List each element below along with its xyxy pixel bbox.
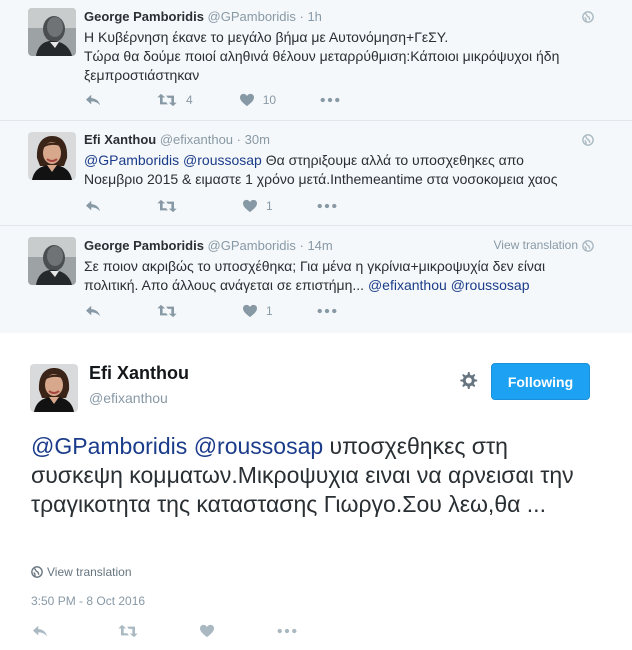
globe-icon xyxy=(582,10,594,28)
retweet-count: 4 xyxy=(186,93,193,107)
mention-link[interactable]: @GPamboridis xyxy=(84,152,179,168)
retweet-button[interactable] xyxy=(156,199,186,213)
mention-link[interactable]: @roussosap xyxy=(194,433,323,459)
like-count: 1 xyxy=(266,304,273,318)
globe-icon xyxy=(31,566,43,578)
like-button[interactable]: 1 xyxy=(242,199,273,213)
tweet-text: @GPamboridis @roussosap υποσχεθηκες στη … xyxy=(31,433,574,517)
permalink-tweet: Efi Xanthou @efixanthou Following @GPamb… xyxy=(0,333,632,650)
author-name[interactable]: Efi Xanthou xyxy=(89,363,189,384)
reply-icon xyxy=(84,199,102,213)
thread-tweet[interactable]: George Pamboridis @GPamboridis · 1h Η Κυ… xyxy=(0,0,632,121)
more-button[interactable] xyxy=(317,203,337,209)
tweet-actions: 1 xyxy=(84,301,373,321)
more-button[interactable] xyxy=(277,628,297,634)
reply-icon xyxy=(84,93,102,107)
tweet-header: George Pamboridis @GPamboridis · 1h xyxy=(84,8,620,26)
thread-tweet[interactable]: Efi Xanthou @efixanthou · 30m @GPamborid… xyxy=(0,122,632,226)
tweet-actions: 1 xyxy=(84,196,373,216)
retweet-icon xyxy=(156,199,178,213)
like-button[interactable] xyxy=(199,624,215,638)
tweet-text: Η Κυβέρνηση έκανε το μεγάλο βήμα με Αυτο… xyxy=(84,29,560,83)
following-button[interactable]: Following xyxy=(491,363,590,400)
tweet-actions: 4 10 xyxy=(84,90,376,110)
tweet-header: Efi Xanthou @efixanthou · 30m xyxy=(84,131,620,149)
author-handle[interactable]: @GPamboridis xyxy=(208,9,296,24)
avatar[interactable] xyxy=(28,132,76,180)
mention-link[interactable]: @roussosap xyxy=(451,277,530,293)
conversation-thread: George Pamboridis @GPamboridis · 1h Η Κυ… xyxy=(0,0,632,333)
author-name[interactable]: George Pamboridis xyxy=(84,9,204,24)
author-handle[interactable]: @efixanthou xyxy=(160,132,233,147)
like-icon xyxy=(199,624,215,638)
mention-link[interactable]: @efixanthou xyxy=(368,277,447,293)
reply-button[interactable] xyxy=(84,199,102,213)
reply-icon xyxy=(31,624,49,638)
retweet-icon xyxy=(117,624,139,638)
mention-link[interactable]: @GPamboridis xyxy=(31,433,187,459)
retweet-button[interactable] xyxy=(117,624,139,638)
author-name[interactable]: George Pamboridis xyxy=(84,238,204,253)
view-translation-link[interactable]: View translation xyxy=(494,238,579,252)
tweet-time[interactable]: · 30m xyxy=(237,132,270,147)
retweet-icon xyxy=(156,304,178,318)
more-icon xyxy=(317,203,337,209)
tweet-text: @GPamboridis @roussosap Θα στηριξουμε αλ… xyxy=(84,152,558,187)
author-name[interactable]: Efi Xanthou xyxy=(84,132,156,147)
avatar[interactable] xyxy=(28,237,76,285)
retweet-button[interactable]: 4 xyxy=(156,93,193,107)
globe-icon xyxy=(582,133,594,151)
tweet-actions xyxy=(31,624,349,638)
more-button[interactable] xyxy=(317,308,337,314)
thread-tweet[interactable]: George Pamboridis @GPamboridis · 14m Vie… xyxy=(0,227,632,333)
reply-button[interactable] xyxy=(84,304,102,318)
avatar[interactable] xyxy=(28,8,76,56)
author-handle[interactable]: @GPamboridis xyxy=(208,238,296,253)
tweet-time[interactable]: · 1h xyxy=(300,9,322,24)
more-icon xyxy=(320,97,340,103)
avatar[interactable] xyxy=(30,364,78,412)
more-icon xyxy=(277,628,297,634)
like-icon xyxy=(242,199,258,213)
like-button[interactable]: 10 xyxy=(239,93,276,107)
mention-link[interactable]: @roussosap xyxy=(183,152,262,168)
reply-icon xyxy=(84,304,102,318)
reply-button[interactable] xyxy=(84,93,102,107)
like-button[interactable]: 1 xyxy=(242,304,273,318)
tweet-timestamp[interactable]: 3:50 PM - 8 Oct 2016 xyxy=(31,594,145,608)
retweet-icon xyxy=(156,93,178,107)
reply-button[interactable] xyxy=(31,624,49,638)
like-count: 10 xyxy=(262,93,277,107)
globe-icon xyxy=(582,239,594,257)
tweet-text: Σε ποιον ακριβώς το υποσχέθηκα; Για μένα… xyxy=(84,258,546,293)
like-count: 1 xyxy=(266,199,273,213)
like-icon xyxy=(239,93,255,107)
gear-icon[interactable] xyxy=(458,371,478,396)
like-icon xyxy=(242,304,258,318)
tweet-time[interactable]: · 14m xyxy=(300,238,333,253)
retweet-button[interactable] xyxy=(156,304,186,318)
view-translation-link[interactable]: View translation xyxy=(31,565,132,579)
author-handle[interactable]: @efixanthou xyxy=(89,390,168,406)
more-icon xyxy=(317,308,337,314)
more-button[interactable] xyxy=(320,97,340,103)
